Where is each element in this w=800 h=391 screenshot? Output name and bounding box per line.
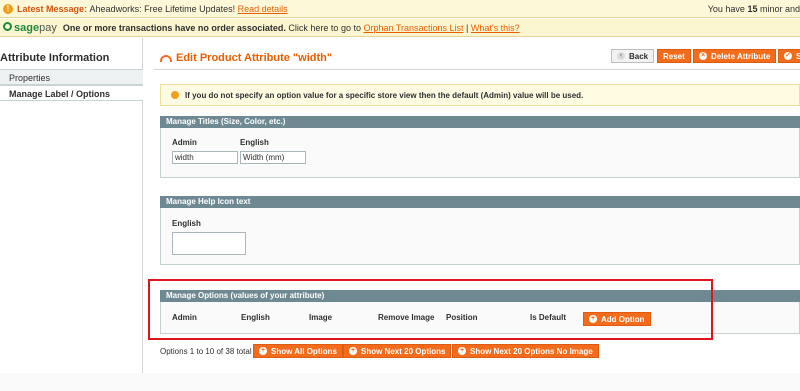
manage-titles-body: Admin English width Width (mm) <box>160 128 800 178</box>
sagepay-text: Click here to go to <box>288 22 361 33</box>
whats-this-link[interactable]: What's this? <box>471 23 520 33</box>
save-check-icon: ✓ <box>784 52 792 60</box>
options-pager-text: Options 1 to 10 of 38 total <box>160 347 252 356</box>
manage-titles-header: Manage Titles (Size, Color, etc.) <box>160 116 800 128</box>
admin-title-input[interactable]: width <box>172 151 238 164</box>
sagepay-swirl-icon <box>3 21 12 31</box>
latest-message-label: Latest Message: <box>17 3 88 14</box>
show-next-20-no-image-button[interactable]: + Show Next 20 Options No Image <box>452 344 599 358</box>
notice-icon <box>171 91 179 99</box>
save-button[interactable]: ✓ S <box>778 49 800 63</box>
sagepay-warning: One or more transactions have no order a… <box>62 22 286 33</box>
rainbow-icon <box>160 55 172 62</box>
delete-attribute-button[interactable]: × Delete Attribute <box>693 49 777 63</box>
english-title-input[interactable]: Width (mm) <box>240 151 306 164</box>
reset-button[interactable]: Reset <box>657 49 691 63</box>
help-english-label: English <box>172 219 201 228</box>
orphan-transactions-link[interactable]: Orphan Transactions List <box>363 23 463 33</box>
page-title: Edit Product Attribute "width" <box>160 52 332 64</box>
titles-admin-label: Admin <box>172 138 197 147</box>
sagepay-logo: sage pay <box>3 21 57 34</box>
help-text-textarea[interactable] <box>172 232 246 255</box>
sidebar: Attribute Information Properties Manage … <box>0 38 143 391</box>
plus-icon: + <box>458 347 466 355</box>
back-button[interactable]: ‹ Back <box>611 49 655 63</box>
delete-icon: × <box>699 52 707 60</box>
back-arrow-icon: ‹ <box>617 52 625 60</box>
read-details-link[interactable]: Read details <box>238 4 288 14</box>
tab-properties[interactable]: Properties <box>0 69 143 85</box>
titles-english-label: English <box>240 138 269 147</box>
show-all-options-button[interactable]: + Show All Options <box>253 344 343 358</box>
latest-message-text: Aheadworks: Free Lifetime Updates! <box>89 3 236 14</box>
help-icon-text-body: English <box>160 208 800 265</box>
header-divider <box>154 69 800 70</box>
page-footer-area <box>0 373 800 391</box>
system-messages-count[interactable]: You have 15 minor and <box>708 4 800 14</box>
highlight-box <box>148 279 713 340</box>
sidebar-title: Attribute Information <box>0 52 110 64</box>
tab-manage-label-options[interactable]: Manage Label / Options <box>0 85 143 101</box>
plus-icon: + <box>259 347 267 355</box>
warning-icon: ! <box>3 3 13 14</box>
latest-message-bar: ! Latest Message: Aheadworks: Free Lifet… <box>0 0 800 18</box>
store-view-notice: If you do not specify an option value fo… <box>160 84 800 106</box>
plus-icon: + <box>349 347 357 355</box>
show-next-20-options-button[interactable]: + Show Next 20 Options <box>343 344 452 358</box>
help-icon-text-header: Manage Help Icon text <box>160 196 800 208</box>
sagepay-message-bar: sage pay One or more transactions have no… <box>0 19 800 37</box>
